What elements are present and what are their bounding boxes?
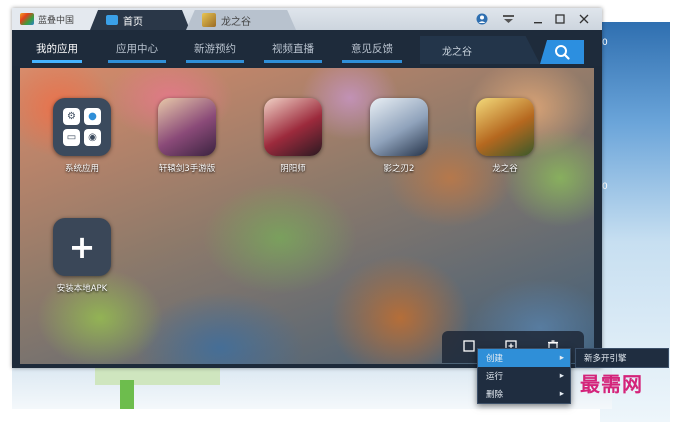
tab-home-label: 首页	[123, 16, 143, 28]
watermark: 最需网	[580, 372, 643, 396]
app-yingzhiren2[interactable]: 影之刃2	[364, 98, 434, 174]
app-system-apps[interactable]: ⚙ ● ▭ ◉ 系统应用	[47, 98, 117, 174]
menu-item-label: 创建	[486, 354, 504, 364]
app-logo-label: 蓝叠中国	[38, 15, 75, 26]
camera-icon: ◉	[84, 129, 101, 146]
nav-underline	[264, 60, 322, 63]
app-desktop: ⚙ ● ▭ ◉ 系统应用 轩辕剑3手游版 阴阳师 影之刃2 龙之谷 + 安装本地…	[20, 68, 594, 364]
nav-item-live-video[interactable]: 视频直播	[258, 30, 328, 66]
search-button[interactable]	[540, 40, 584, 64]
tab-home[interactable]: 首页	[90, 10, 190, 30]
xuanyuanjian-game-icon	[158, 98, 216, 156]
nav-item-label: 我的应用	[36, 42, 78, 55]
chevron-right-icon: ▸	[559, 389, 564, 399]
app-longzhigu[interactable]: 龙之谷	[470, 98, 540, 174]
main-nav: 我的应用 应用中心 新游预约 视频直播 意见反馈 龙之谷	[12, 30, 602, 66]
context-submenu: 新多开引擎	[575, 348, 669, 368]
nav-underline	[108, 60, 166, 63]
app-label: 影之刃2	[383, 164, 415, 174]
menu-item-label: 运行	[486, 372, 504, 382]
menu-item-run[interactable]: 运行 ▸	[478, 367, 570, 385]
nav-underline	[32, 60, 82, 63]
nav-item-new-games[interactable]: 新游预约	[180, 30, 250, 66]
chevron-right-icon: ▸	[559, 371, 564, 381]
gear-icon: ⚙	[63, 108, 80, 125]
app-label: 系统应用	[64, 164, 99, 174]
app-label: 龙之谷	[492, 164, 518, 174]
yinyangshi-game-icon	[264, 98, 322, 156]
search-input[interactable]: 龙之谷	[420, 36, 540, 64]
submenu-item-label: 新多开引擎	[584, 354, 627, 364]
menu-item-create[interactable]: 创建 ▸	[478, 349, 570, 367]
yingzhiren2-game-icon	[370, 98, 428, 156]
nav-underline	[342, 60, 402, 63]
title-bar: 蓝叠中国 首页 龙之谷	[12, 8, 602, 30]
tab-game[interactable]: 龙之谷	[186, 10, 296, 30]
nav-item-app-center[interactable]: 应用中心	[102, 30, 172, 66]
menu-item-delete[interactable]: 删除 ▸	[478, 385, 570, 403]
app-logo[interactable]: 蓝叠中国	[12, 8, 98, 30]
chevron-right-icon: ▸	[559, 353, 564, 363]
app-label: 安装本地APK	[56, 284, 108, 294]
globe-icon: ●	[84, 108, 101, 125]
app-xuanyuanjian[interactable]: 轩辕剑3手游版	[152, 98, 222, 174]
context-menu: 创建 ▸ 运行 ▸ 删除 ▸	[477, 348, 571, 404]
submenu-item-new-engine[interactable]: 新多开引擎	[576, 349, 668, 367]
nav-item-label: 应用中心	[116, 42, 158, 55]
maximize-icon[interactable]	[552, 11, 568, 27]
nav-item-label: 意见反馈	[351, 42, 393, 55]
nav-item-label: 视频直播	[272, 42, 314, 55]
bluestacks-logo-icon	[20, 13, 34, 25]
close-icon[interactable]	[576, 11, 592, 27]
desktop-edge-label: 0	[602, 182, 608, 192]
search-icon	[555, 45, 570, 60]
home-icon	[106, 15, 118, 25]
app-install-apk[interactable]: + 安装本地APK	[47, 218, 117, 294]
app-yinyangshi[interactable]: 阴阳师	[258, 98, 328, 174]
tab-game-label: 龙之谷	[221, 16, 251, 28]
nav-item-label: 新游预约	[194, 42, 236, 55]
plus-icon: +	[53, 218, 111, 276]
account-icon[interactable]	[474, 11, 490, 27]
nav-underline	[186, 60, 244, 63]
nav-item-feedback[interactable]: 意见反馈	[336, 30, 408, 66]
desktop-billboard-post	[120, 380, 134, 409]
system-apps-icon: ⚙ ● ▭ ◉	[53, 98, 111, 156]
menu-item-label: 删除	[486, 390, 504, 400]
desktop-edge-label: 0	[602, 38, 608, 48]
longzhigu-game-icon	[476, 98, 534, 156]
window-icon: ▭	[63, 129, 80, 146]
app-label: 轩辕剑3手游版	[158, 164, 216, 174]
minimize-icon[interactable]	[530, 11, 546, 27]
search-value: 龙之谷	[442, 47, 472, 58]
nav-item-my-apps[interactable]: 我的应用	[26, 30, 88, 66]
game-icon	[202, 13, 216, 27]
emulator-window: 蓝叠中国 首页 龙之谷 我的应用 应用中心 新游预约 视频直播 意见反馈 龙之谷…	[12, 8, 602, 368]
app-label: 阴阳师	[280, 164, 306, 174]
dropdown-icon[interactable]	[500, 11, 516, 27]
window-icon[interactable]	[462, 339, 476, 353]
